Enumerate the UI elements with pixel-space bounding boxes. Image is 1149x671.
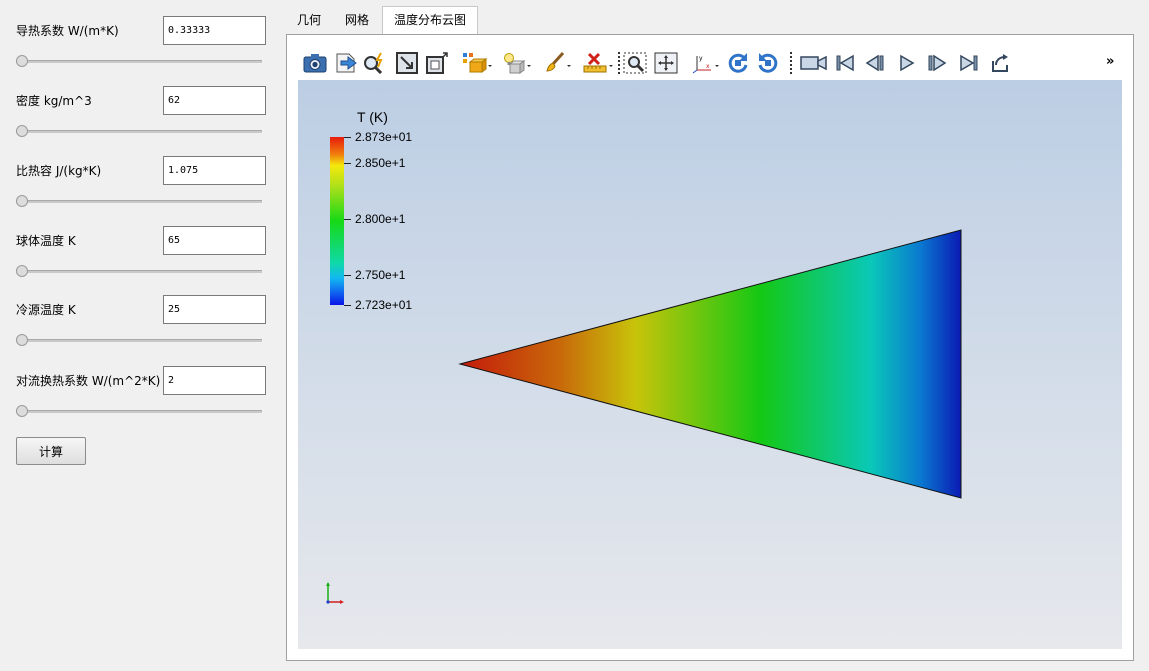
sphere-temp-input[interactable] — [163, 226, 266, 255]
slider-thumb[interactable] — [16, 405, 28, 417]
next-frame-icon[interactable] — [924, 50, 950, 76]
sphere-temp-slider[interactable] — [16, 265, 262, 277]
fit-view-icon[interactable] — [653, 50, 679, 76]
last-frame-icon[interactable] — [956, 50, 982, 76]
conductivity-slider[interactable] — [16, 55, 262, 67]
prev-frame-icon[interactable] — [862, 50, 888, 76]
specific-heat-slider[interactable] — [16, 195, 262, 207]
render-viewport[interactable]: T (K) 2.873e+01 2.850e+1 2.800e+1 2.750e+1 2… — [298, 80, 1122, 649]
reset-camera-icon[interactable] — [394, 50, 420, 76]
interact-probe-icon[interactable] — [362, 50, 388, 76]
video-camera-icon[interactable] — [800, 50, 828, 76]
save-export-icon[interactable] — [333, 50, 359, 76]
loop-icon[interactable] — [987, 50, 1013, 76]
param-label-conductivity: 导热系数 W/(m*K) — [16, 24, 119, 38]
param-label-convection: 对流换热系数 W/(m^2*K) — [16, 374, 161, 388]
rotate-cw-icon[interactable] — [725, 50, 751, 76]
play-icon[interactable] — [894, 50, 920, 76]
render-toolbar: yx » — [298, 46, 1122, 80]
density-slider[interactable] — [16, 125, 262, 137]
tab-mesh[interactable]: 网格 — [333, 7, 381, 34]
axes-orientation-icon[interactable]: yx — [690, 50, 720, 76]
toolbar-separator — [790, 52, 792, 74]
specific-heat-input[interactable] — [163, 156, 266, 185]
paint-brush-icon[interactable] — [542, 50, 572, 76]
zoom-select-icon[interactable] — [622, 50, 648, 76]
slider-thumb[interactable] — [16, 125, 28, 137]
zoom-to-box-icon[interactable] — [424, 50, 450, 76]
slider-thumb[interactable] — [16, 195, 28, 207]
slider-thumb[interactable] — [16, 265, 28, 277]
convection-input[interactable] — [163, 366, 266, 395]
first-frame-icon[interactable] — [832, 50, 858, 76]
cold-source-temp-slider[interactable] — [16, 334, 262, 346]
param-label-cold-source-temp: 冷源温度 K — [16, 303, 76, 317]
cold-source-temp-input[interactable] — [163, 295, 266, 324]
svg-text:x: x — [706, 63, 710, 70]
clear-ruler-icon[interactable] — [582, 50, 614, 76]
temperature-contour-plot[interactable] — [298, 80, 1122, 649]
triangle-domain[interactable] — [458, 229, 962, 499]
slider-thumb[interactable] — [16, 334, 28, 346]
param-label-sphere-temp: 球体温度 K — [16, 234, 76, 248]
orientation-axes-widget — [326, 582, 344, 604]
tab-temperature-contour[interactable]: 温度分布云图 — [382, 6, 478, 35]
param-label-density: 密度 kg/m^3 — [16, 94, 92, 108]
representation-icon[interactable] — [461, 50, 493, 76]
slider-thumb[interactable] — [16, 55, 28, 67]
toolbar-overflow-button[interactable]: » — [1106, 54, 1114, 69]
camera-icon[interactable] — [302, 50, 328, 76]
svg-text:y: y — [699, 55, 703, 62]
tab-geometry[interactable]: 几何 — [287, 7, 331, 34]
light-bulb-icon[interactable] — [500, 50, 532, 76]
toolbar-separator — [618, 52, 620, 74]
calculate-button[interactable]: 计算 — [16, 437, 86, 465]
conductivity-input[interactable] — [163, 16, 266, 45]
convection-slider[interactable] — [16, 405, 262, 417]
param-label-specific-heat: 比热容 J/(kg*K) — [16, 164, 102, 178]
density-input[interactable] — [163, 86, 266, 115]
rotate-ccw-icon[interactable] — [755, 50, 781, 76]
